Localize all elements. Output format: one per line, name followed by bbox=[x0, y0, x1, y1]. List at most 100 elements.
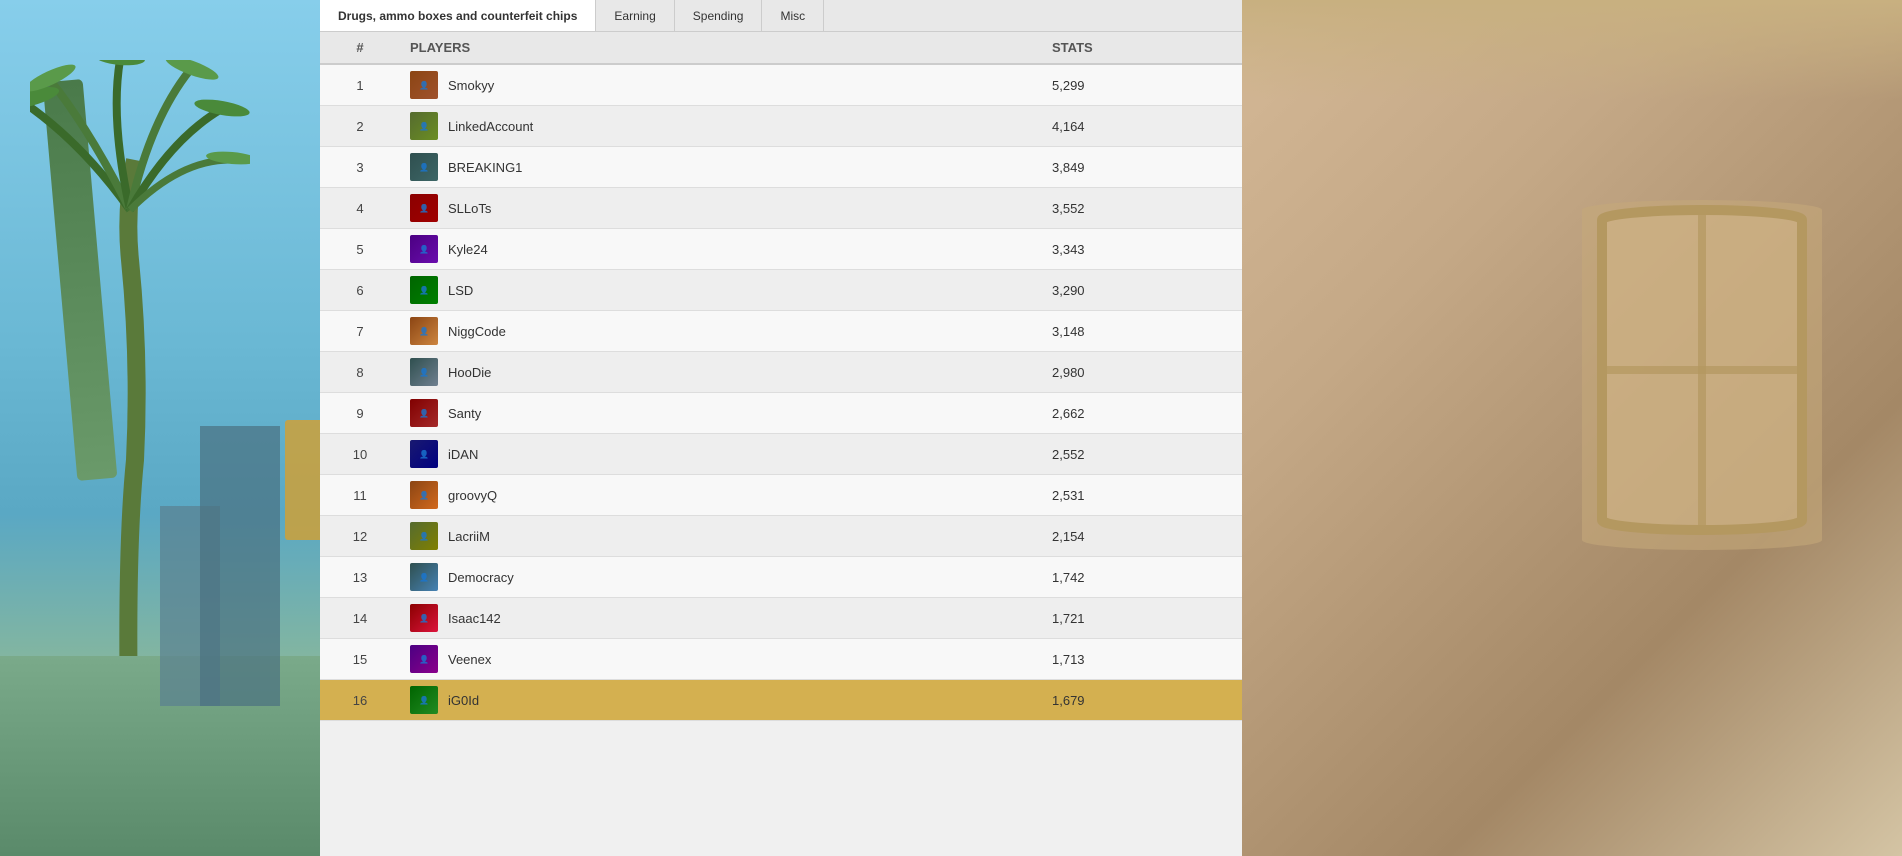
row-player: 👤 Kyle24 bbox=[400, 229, 1042, 269]
player-avatar: 👤 bbox=[410, 358, 438, 386]
player-name: Santy bbox=[448, 406, 481, 421]
tab-misc[interactable]: Misc bbox=[762, 0, 824, 31]
row-rank: 7 bbox=[320, 324, 400, 339]
row-player: 👤 BREAKING1 bbox=[400, 147, 1042, 187]
player-name: iDAN bbox=[448, 447, 478, 462]
row-stats: 5,299 bbox=[1042, 78, 1242, 93]
row-stats: 2,154 bbox=[1042, 529, 1242, 544]
row-player: 👤 HooDie bbox=[400, 352, 1042, 392]
row-player: 👤 iG0Id bbox=[400, 680, 1042, 720]
table-row[interactable]: 9 👤 Santy 2,662 bbox=[320, 393, 1242, 434]
table-row[interactable]: 7 👤 NiggCode 3,148 bbox=[320, 311, 1242, 352]
player-name: Smokyy bbox=[448, 78, 494, 93]
row-rank: 12 bbox=[320, 529, 400, 544]
row-player: 👤 groovyQ bbox=[400, 475, 1042, 515]
col-num-header: # bbox=[320, 40, 400, 55]
tab-drugs[interactable]: Drugs, ammo boxes and counterfeit chips bbox=[320, 0, 596, 31]
table-row[interactable]: 1 👤 Smokyy 5,299 bbox=[320, 65, 1242, 106]
row-rank: 14 bbox=[320, 611, 400, 626]
table-row[interactable]: 14 👤 Isaac142 1,721 bbox=[320, 598, 1242, 639]
background-right bbox=[1242, 0, 1902, 856]
tab-bar: Drugs, ammo boxes and counterfeit chips … bbox=[320, 0, 1242, 32]
player-name: LacriiM bbox=[448, 529, 490, 544]
table-row[interactable]: 4 👤 SLLoTs 3,552 bbox=[320, 188, 1242, 229]
tab-earning[interactable]: Earning bbox=[596, 0, 674, 31]
player-avatar: 👤 bbox=[410, 481, 438, 509]
row-player: 👤 Democracy bbox=[400, 557, 1042, 597]
table-row[interactable]: 11 👤 groovyQ 2,531 bbox=[320, 475, 1242, 516]
row-player: 👤 SLLoTs bbox=[400, 188, 1042, 228]
row-stats: 1,713 bbox=[1042, 652, 1242, 667]
row-stats: 4,164 bbox=[1042, 119, 1242, 134]
table-row[interactable]: 15 👤 Veenex 1,713 bbox=[320, 639, 1242, 680]
row-player: 👤 NiggCode bbox=[400, 311, 1042, 351]
row-rank: 3 bbox=[320, 160, 400, 175]
row-rank: 10 bbox=[320, 447, 400, 462]
table-row[interactable]: 10 👤 iDAN 2,552 bbox=[320, 434, 1242, 475]
row-stats: 2,552 bbox=[1042, 447, 1242, 462]
player-name: Democracy bbox=[448, 570, 514, 585]
player-name: Kyle24 bbox=[448, 242, 488, 257]
player-avatar: 👤 bbox=[410, 686, 438, 714]
row-rank: 2 bbox=[320, 119, 400, 134]
row-player: 👤 iDAN bbox=[400, 434, 1042, 474]
col-stats-header: STATS bbox=[1042, 40, 1242, 55]
player-avatar: 👤 bbox=[410, 317, 438, 345]
player-name: iG0Id bbox=[448, 693, 479, 708]
tab-spending[interactable]: Spending bbox=[675, 0, 763, 31]
player-name: BREAKING1 bbox=[448, 160, 522, 175]
table-row[interactable]: 13 👤 Democracy 1,742 bbox=[320, 557, 1242, 598]
row-stats: 2,531 bbox=[1042, 488, 1242, 503]
table-row[interactable]: 8 👤 HooDie 2,980 bbox=[320, 352, 1242, 393]
row-stats: 3,148 bbox=[1042, 324, 1242, 339]
row-stats: 3,290 bbox=[1042, 283, 1242, 298]
player-name: LSD bbox=[448, 283, 473, 298]
player-name: Veenex bbox=[448, 652, 491, 667]
row-rank: 13 bbox=[320, 570, 400, 585]
player-name: LinkedAccount bbox=[448, 119, 533, 134]
row-player: 👤 Santy bbox=[400, 393, 1042, 433]
row-stats: 1,721 bbox=[1042, 611, 1242, 626]
table-row[interactable]: 16 👤 iG0Id 1,679 bbox=[320, 680, 1242, 721]
row-player: 👤 LinkedAccount bbox=[400, 106, 1042, 146]
row-rank: 6 bbox=[320, 283, 400, 298]
table-row[interactable]: 5 👤 Kyle24 3,343 bbox=[320, 229, 1242, 270]
row-rank: 15 bbox=[320, 652, 400, 667]
row-stats: 3,849 bbox=[1042, 160, 1242, 175]
table-header: # PLAYERS STATS bbox=[320, 32, 1242, 65]
table-row[interactable]: 2 👤 LinkedAccount 4,164 bbox=[320, 106, 1242, 147]
player-name: Isaac142 bbox=[448, 611, 501, 626]
table-row[interactable]: 3 👤 BREAKING1 3,849 bbox=[320, 147, 1242, 188]
row-rank: 16 bbox=[320, 693, 400, 708]
player-avatar: 👤 bbox=[410, 194, 438, 222]
row-rank: 8 bbox=[320, 365, 400, 380]
player-name: NiggCode bbox=[448, 324, 506, 339]
row-rank: 9 bbox=[320, 406, 400, 421]
player-avatar: 👤 bbox=[410, 522, 438, 550]
row-stats: 1,679 bbox=[1042, 693, 1242, 708]
player-name: groovyQ bbox=[448, 488, 497, 503]
player-avatar: 👤 bbox=[410, 71, 438, 99]
page-wrapper: Drugs, ammo boxes and counterfeit chips … bbox=[0, 0, 1902, 856]
row-stats: 3,343 bbox=[1042, 242, 1242, 257]
row-stats: 2,980 bbox=[1042, 365, 1242, 380]
row-stats: 3,552 bbox=[1042, 201, 1242, 216]
row-player: 👤 LSD bbox=[400, 270, 1042, 310]
table-row[interactable]: 12 👤 LacriiM 2,154 bbox=[320, 516, 1242, 557]
row-player: 👤 Isaac142 bbox=[400, 598, 1042, 638]
col-player-header: PLAYERS bbox=[400, 40, 1042, 55]
row-player: 👤 Smokyy bbox=[400, 65, 1042, 105]
player-avatar: 👤 bbox=[410, 399, 438, 427]
player-avatar: 👤 bbox=[410, 276, 438, 304]
content-area: Drugs, ammo boxes and counterfeit chips … bbox=[320, 0, 1242, 856]
player-avatar: 👤 bbox=[410, 645, 438, 673]
player-avatar: 👤 bbox=[410, 153, 438, 181]
row-rank: 11 bbox=[320, 488, 400, 503]
background-left bbox=[0, 0, 320, 856]
table-body: 1 👤 Smokyy 5,299 2 👤 LinkedAccount 4,164… bbox=[320, 65, 1242, 721]
row-rank: 5 bbox=[320, 242, 400, 257]
player-avatar: 👤 bbox=[410, 604, 438, 632]
table-row[interactable]: 6 👤 LSD 3,290 bbox=[320, 270, 1242, 311]
player-avatar: 👤 bbox=[410, 112, 438, 140]
row-rank: 4 bbox=[320, 201, 400, 216]
